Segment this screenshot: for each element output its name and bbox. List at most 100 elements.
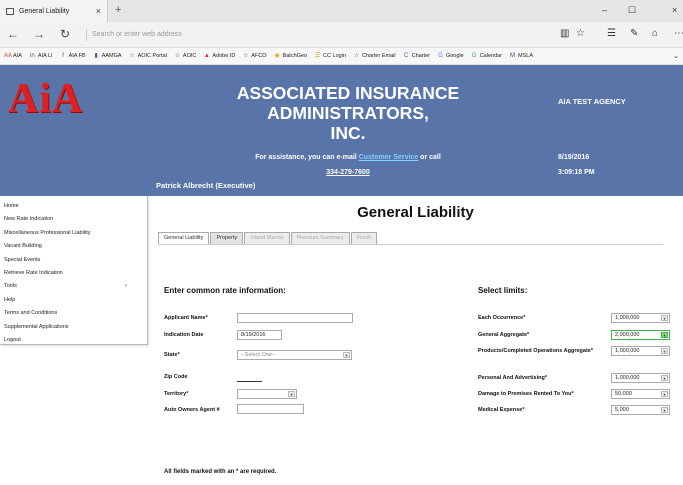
close-window-icon[interactable]: ×: [672, 5, 677, 15]
web-note-icon[interactable]: ✎: [630, 28, 638, 39]
dropdown-arrow-icon: ▼: [661, 332, 668, 338]
sidebar-item-misc-professional-liability[interactable]: Miscellaneous Professional Liability: [0, 227, 147, 240]
favorite-label: AOIC: [182, 53, 197, 59]
zip-code-input[interactable]: [237, 372, 262, 382]
general-aggregate-value: 2,000,000: [615, 332, 640, 338]
customer-service-link[interactable]: Customer Service: [359, 154, 419, 161]
sidebar-item-new-rate-indication[interactable]: New Rate Indication: [0, 213, 147, 226]
agent-number-input[interactable]: [237, 404, 304, 414]
favorite-item[interactable]: ☆ Charter Email: [353, 53, 396, 60]
sidebar-item-label: Miscellaneous Professional Liability: [4, 229, 91, 236]
more-icon[interactable]: ⋯: [674, 28, 683, 39]
agent-number-label: Auto Owners Agent #: [164, 407, 220, 413]
company-name-line2: INC.: [330, 123, 366, 143]
favorite-label: BatchGeo: [282, 53, 308, 59]
sidebar-item-label: Help: [4, 296, 16, 303]
tab-close-icon[interactable]: ×: [96, 6, 101, 16]
favorite-item[interactable]: G Calendar: [471, 53, 502, 60]
favorite-star-icon[interactable]: ☆: [576, 28, 585, 39]
favorite-label: Charter Email: [361, 53, 396, 59]
assistance-text: For assistance, you can e-mail Customer …: [156, 154, 540, 161]
favorite-icon: ☆: [174, 52, 181, 59]
general-aggregate-select[interactable]: 2,000,000 ▼: [611, 330, 670, 340]
new-tab-icon[interactable]: +: [115, 4, 121, 16]
personal-advertising-select[interactable]: 1,000,000 ▼: [611, 373, 670, 383]
sidebar-item-label: Terms and Conditions: [4, 310, 58, 317]
hub-icon[interactable]: ☰: [607, 28, 616, 39]
sidebar-item-tools[interactable]: Tools ›: [0, 280, 147, 293]
dropdown-arrow-icon: ▼: [661, 315, 668, 321]
each-occurrence-select[interactable]: 1,000,000 ▼: [611, 313, 670, 323]
aia-logo[interactable]: AiA: [8, 75, 83, 123]
favorite-item[interactable]: ☰ CC Login: [314, 53, 346, 60]
territory-select[interactable]: ▼: [237, 389, 297, 399]
chevron-down-icon[interactable]: ⌄: [673, 52, 679, 60]
favorite-item[interactable]: ☆ AOIC Portal: [129, 53, 167, 60]
share-icon[interactable]: ⌂: [652, 28, 658, 39]
chevron-right-icon: ›: [125, 283, 127, 290]
sidebar-item-label: Logout: [4, 336, 21, 343]
favorite-label: Adobe ID: [212, 53, 236, 59]
favorite-icon: C: [403, 52, 409, 59]
favorite-icon: AA: [4, 52, 13, 59]
indication-date-input[interactable]: 8/19/2016: [237, 330, 282, 340]
reading-view-icon[interactable]: ▥: [560, 28, 569, 39]
header-date: 8/19/2016: [558, 154, 590, 161]
favorite-item[interactable]: ◉ BatchGeo: [274, 53, 307, 60]
personal-advertising-value: 1,000,000: [615, 375, 640, 381]
favorite-icon: M: [510, 52, 516, 59]
favorite-item[interactable]: ☆ AFCO: [242, 53, 266, 60]
favorite-item[interactable]: C Charter: [403, 53, 430, 60]
sidebar-item-retrieve-rate-indication[interactable]: Retrieve Rate Indication: [0, 267, 147, 280]
favorite-label: AFCO: [251, 53, 267, 59]
forward-icon[interactable]: →: [33, 27, 45, 41]
maximize-icon[interactable]: ☐: [628, 5, 636, 16]
back-icon[interactable]: ←: [7, 27, 19, 41]
favorite-item[interactable]: G Google: [437, 53, 464, 60]
products-completed-ops-value: 1,000,000: [615, 348, 640, 354]
phone-link[interactable]: 334-279-7600: [156, 169, 540, 176]
general-aggregate-label: General Aggregate*: [478, 332, 530, 338]
favorite-item[interactable]: ▮ AAMGA: [93, 53, 122, 60]
applicant-name-input[interactable]: [237, 313, 353, 323]
favorite-item[interactable]: AA AIA: [4, 53, 22, 60]
favorite-icon: ▮: [94, 52, 98, 59]
favorite-item[interactable]: ☆ AOIC: [174, 52, 197, 60]
medical-expense-select[interactable]: 5,000 ▼: [611, 405, 670, 415]
favorite-item[interactable]: in AIA LI: [29, 53, 53, 60]
favorite-item[interactable]: f AIA FB: [60, 53, 85, 60]
site-header: AiA ASSOCIATED INSURANCE ADMINISTRATORS,…: [0, 65, 683, 196]
state-select[interactable]: --Select One-- ▼: [237, 350, 352, 360]
address-input[interactable]: Search or enter web address: [92, 31, 182, 38]
damage-to-premises-select[interactable]: 50,000 ▼: [611, 389, 670, 399]
sidebar-item-terms-and-conditions[interactable]: Terms and Conditions: [0, 307, 147, 320]
sidebar-item-help[interactable]: Help: [0, 294, 147, 307]
products-completed-ops-select[interactable]: 1,000,000 ▼: [611, 346, 670, 356]
dropdown-arrow-icon: ▼: [661, 407, 668, 413]
favorite-label: Calendar: [479, 53, 503, 59]
favorite-icon: ☰: [314, 52, 321, 59]
minimize-icon[interactable]: –: [602, 5, 607, 15]
browser-tab[interactable]: General Liability ×: [0, 0, 108, 22]
sidebar-item-supplemental-applications[interactable]: Supplemental Applications: [0, 321, 147, 334]
sidebar-item-special-events[interactable]: Special Events: [0, 254, 147, 267]
sidebar-item-home[interactable]: Home: [0, 200, 147, 213]
favorite-item[interactable]: M MSLA: [509, 53, 533, 60]
assist-prefix: For assistance, you can e-mail: [255, 154, 357, 161]
company-name-line1: ASSOCIATED INSURANCE ADMINISTRATORS,: [236, 83, 460, 123]
header-time: 3:09:18 PM: [558, 169, 595, 176]
favorite-icon: ☆: [353, 52, 360, 59]
favorites-bar: AA AIA in AIA LI f AIA FB ▮ AAMGA ☆ AOIC Portal ☆ A…: [0, 48, 683, 65]
zip-code-label: Zip Code: [164, 374, 188, 380]
favorite-icon: ☆: [129, 52, 135, 59]
sidebar-item-label: Home: [4, 203, 19, 209]
sidebar-item-vacant-building[interactable]: Vacant Building: [0, 240, 147, 253]
favorite-icon: ◉: [274, 52, 280, 59]
sidebar-item-logout[interactable]: Logout: [0, 334, 147, 347]
favorite-label: AIA: [13, 53, 22, 59]
favorite-item[interactable]: ▲ Adobe ID: [203, 53, 235, 60]
favorite-label: Charter: [411, 53, 430, 59]
refresh-icon[interactable]: ↻: [60, 27, 70, 41]
dropdown-arrow-icon: ▼: [661, 348, 668, 354]
state-label: State*: [164, 352, 180, 358]
